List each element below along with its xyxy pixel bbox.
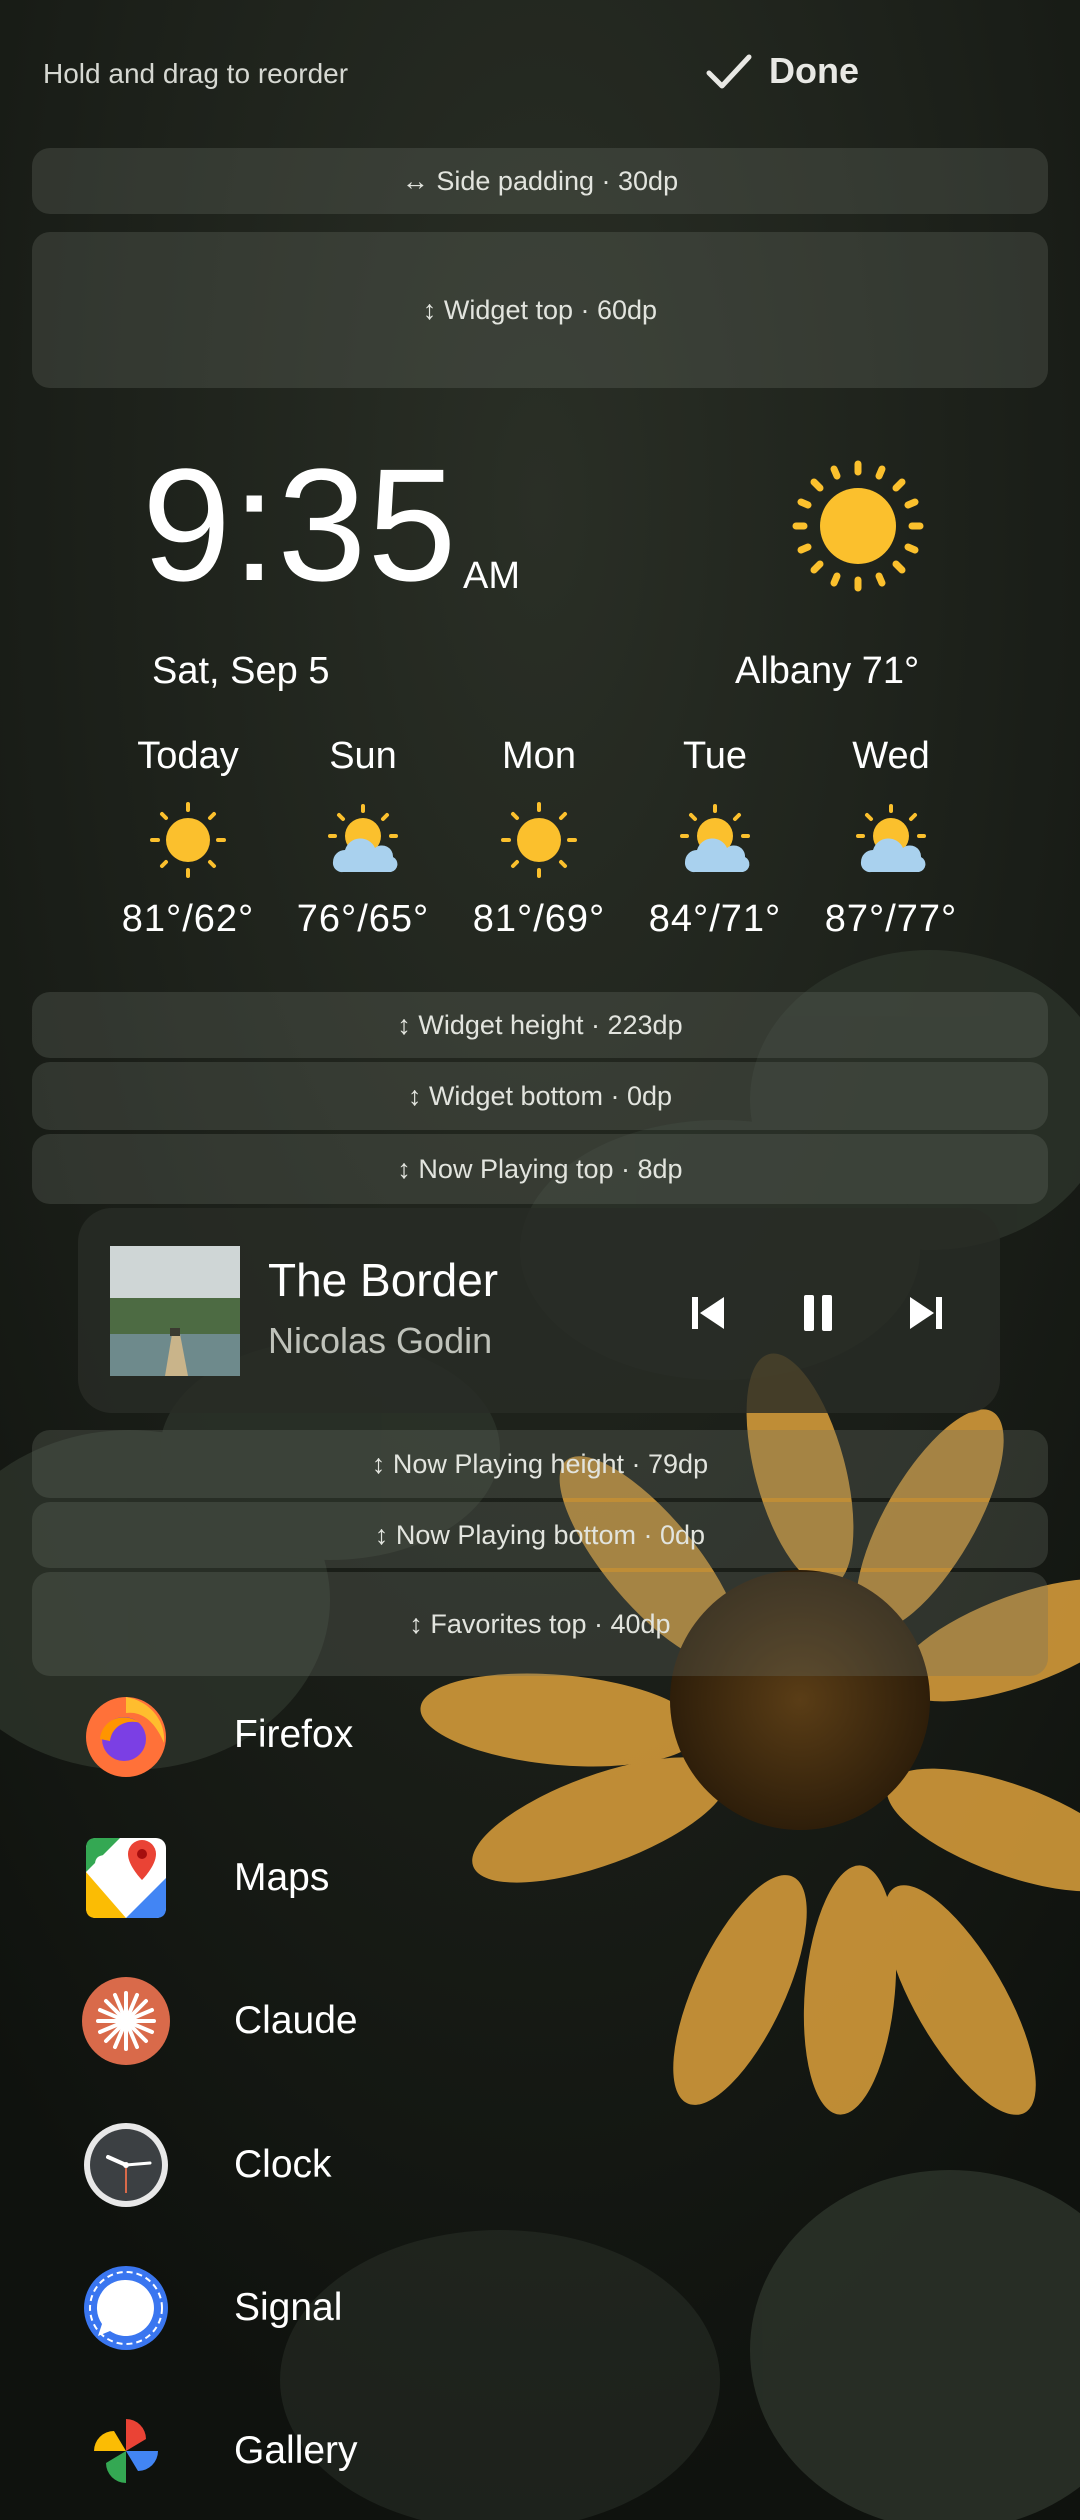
previous-track-icon[interactable]	[686, 1293, 730, 1333]
sun-icon	[150, 802, 226, 878]
forecast-temps: 76°/65°	[296, 898, 430, 940]
forecast-temps: 81°/69°	[472, 898, 606, 940]
clock-time[interactable]: 9:35	[142, 445, 457, 605]
app-label: Signal	[234, 2286, 343, 2329]
favorite-app-maps[interactable]: G Maps	[80, 1823, 780, 1933]
app-label: Firefox	[234, 1713, 354, 1756]
now-playing-height-control[interactable]: ↕ Now Playing height · 79dp	[32, 1430, 1048, 1498]
favorite-app-signal[interactable]: Signal	[80, 2253, 780, 2363]
favorites-top-control[interactable]: ↕ Favorites top · 40dp	[32, 1572, 1048, 1676]
side-padding-control[interactable]: ↔ Side padding · 30dp	[32, 148, 1048, 214]
app-label: Gallery	[234, 2429, 358, 2472]
forecast-temps: 84°/71°	[648, 898, 782, 940]
partly-cloudy-icon	[856, 804, 926, 873]
partly-cloudy-icon	[680, 804, 750, 873]
app-label: Clock	[234, 2143, 332, 2186]
now-playing-bottom-control[interactable]: ↕ Now Playing bottom · 0dp	[32, 1502, 1048, 1568]
done-button[interactable]: Done	[705, 50, 859, 92]
forecast-day: Tue	[682, 735, 748, 777]
favorite-app-firefox[interactable]: Firefox	[80, 1680, 780, 1790]
weather-location-temp[interactable]: Albany 71°	[735, 650, 919, 693]
forecast-temps: 81°/62°	[121, 898, 255, 940]
claude-icon	[82, 1977, 170, 2065]
clock-date[interactable]: Sat, Sep 5	[152, 650, 329, 693]
track-title: The Border	[268, 1254, 499, 1306]
forecast-temps: 87°/77°	[824, 898, 958, 940]
partly-cloudy-icon	[328, 804, 398, 873]
gallery-icon	[94, 2419, 158, 2483]
track-artist: Nicolas Godin	[268, 1320, 493, 1361]
favorite-app-gallery[interactable]: Gallery	[80, 2396, 780, 2506]
clock-icon	[84, 2123, 168, 2207]
forecast-day: Sun	[329, 735, 397, 777]
done-label: Done	[769, 50, 859, 91]
signal-icon	[84, 2266, 168, 2350]
widget-bottom-control[interactable]: ↕ Widget bottom · 0dp	[32, 1062, 1048, 1130]
widget-top-control[interactable]: ↕ Widget top · 60dp	[32, 232, 1048, 388]
pause-icon[interactable]	[798, 1291, 838, 1335]
widget-height-control[interactable]: ↕ Widget height · 223dp	[32, 992, 1048, 1058]
firefox-icon	[86, 1697, 166, 1777]
favorite-app-claude[interactable]: Claude	[80, 1966, 780, 2076]
album-art	[110, 1246, 240, 1376]
now-playing-top-control[interactable]: ↕ Now Playing top · 8dp	[32, 1134, 1048, 1204]
reorder-hint: Hold and drag to reorder	[43, 58, 349, 89]
forecast-day: Wed	[852, 735, 930, 777]
app-label: Claude	[234, 1999, 358, 2042]
sun-icon[interactable]	[790, 458, 926, 594]
favorite-app-clock[interactable]: Clock	[80, 2110, 780, 2220]
next-track-icon[interactable]	[904, 1293, 948, 1333]
forecast-day: Mon	[502, 735, 576, 777]
clock-ampm: AM	[463, 555, 520, 597]
sun-icon	[501, 802, 577, 878]
svg-text:G: G	[94, 1853, 112, 1878]
app-label: Maps	[234, 1856, 330, 1899]
forecast-day: Today	[137, 735, 239, 777]
check-icon	[706, 54, 752, 89]
maps-icon: G	[86, 1838, 166, 1918]
